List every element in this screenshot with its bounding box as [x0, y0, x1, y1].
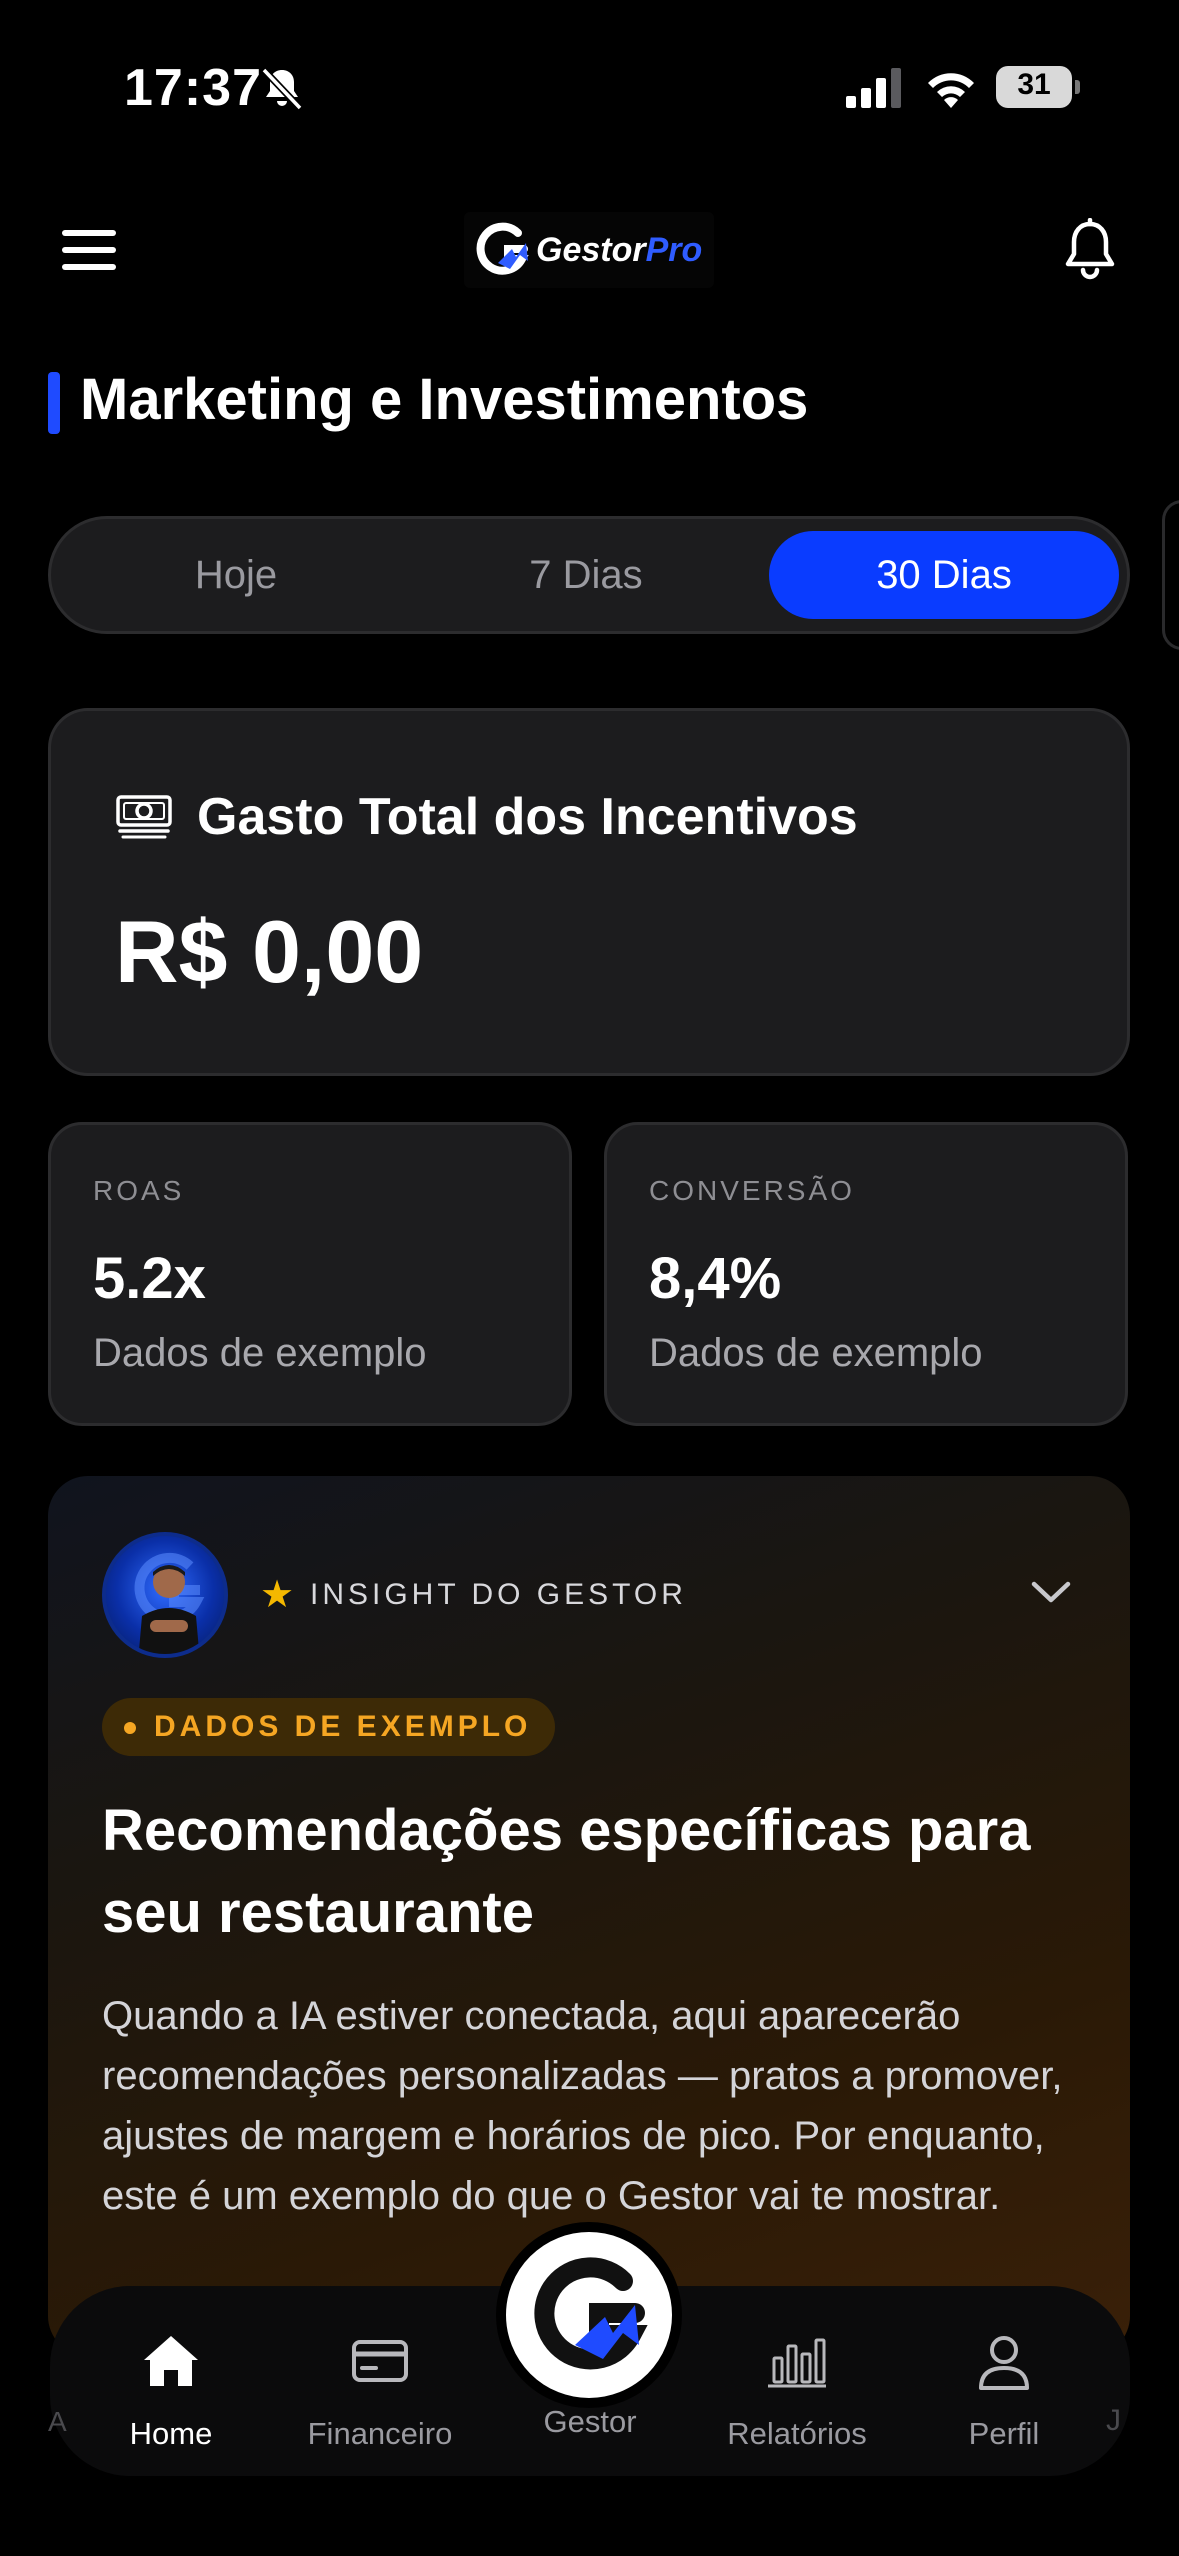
gestor-logo-icon — [534, 2257, 648, 2370]
bell-off-icon — [261, 67, 303, 111]
star-icon: ★ — [260, 1574, 295, 1616]
title-accent-bar — [48, 372, 60, 434]
tab-30-dias[interactable]: 30 Dias — [769, 531, 1119, 619]
nav-gestor-label: Gestor — [543, 2404, 637, 2439]
manager-avatar-icon — [134, 1552, 205, 1654]
chevron-down-icon[interactable] — [1028, 1572, 1074, 1612]
nav-home[interactable]: Home — [81, 2330, 261, 2460]
nav-perfil[interactable]: Perfil — [914, 2330, 1094, 2460]
wifi-icon — [928, 73, 974, 108]
nav-relatorios[interactable]: Relatórios — [707, 2330, 887, 2460]
tab-hoje[interactable]: Hoje — [61, 531, 411, 619]
cellular-signal-icon — [846, 68, 901, 108]
page-title: Marketing e Investimentos — [80, 367, 809, 432]
badge-dot — [124, 1722, 136, 1734]
edge-scroll-handle — [1162, 500, 1179, 650]
menu-icon[interactable] — [60, 226, 118, 274]
battery-indicator: 31 — [996, 66, 1080, 108]
roas-card: ROAS 5.2x Dados de exemplo — [48, 1122, 572, 1426]
gestor-button[interactable] — [496, 2222, 682, 2408]
app-logo: GestorPro — [464, 212, 714, 288]
conversion-subtext: Dados de exemplo — [649, 1331, 983, 1375]
total-spend-value: R$ 0,00 — [115, 902, 424, 1001]
bar-chart-icon — [768, 2338, 826, 2388]
conversion-value: 8,4% — [649, 1246, 782, 1311]
conversion-label: CONVERSÃO — [649, 1175, 855, 1206]
banknote-icon — [116, 795, 172, 839]
insight-body: Quando a IA estiver conectada, aqui apar… — [102, 1994, 1063, 2218]
credit-card-icon — [352, 2340, 408, 2382]
nav-relatorios-label: Relatórios — [727, 2416, 867, 2451]
nav-financeiro[interactable]: Financeiro — [290, 2330, 470, 2460]
logo-mark-icon — [476, 222, 529, 275]
nav-home-label: Home — [129, 2416, 213, 2451]
sample-data-badge: DADOS DE EXEMPLO — [102, 1698, 556, 1756]
insight-label: INSIGHT DO GESTOR — [310, 1578, 687, 1611]
sample-data-badge-text: DADOS DE EXEMPLO — [154, 1710, 532, 1743]
roas-label: ROAS — [93, 1175, 185, 1206]
notification-bell-icon[interactable] — [1060, 218, 1120, 282]
total-spend-card: Gasto Total dos Incentivos R$ 0,00 — [48, 708, 1130, 1076]
total-spend-label: Gasto Total dos Incentivos — [197, 788, 858, 846]
home-icon — [144, 2336, 198, 2386]
edge-text-right: J — [1106, 2404, 1121, 2437]
edge-text-left: A — [48, 2406, 67, 2437]
period-selector: Hoje 7 Dias 30 Dias — [48, 516, 1130, 634]
avatar — [102, 1532, 228, 1658]
status-time: 17:37 — [124, 59, 262, 117]
battery-level: 31 — [1017, 68, 1051, 101]
insight-title: Recomendações específicas para seu resta… — [102, 1798, 1031, 1945]
tab-7-dias[interactable]: 7 Dias — [411, 531, 761, 619]
logo-text: GestorPro — [536, 230, 703, 269]
roas-value: 5.2x — [93, 1246, 206, 1311]
conversion-card: CONVERSÃO 8,4% Dados de exemplo — [604, 1122, 1128, 1426]
nav-perfil-label: Perfil — [968, 2416, 1040, 2451]
roas-subtext: Dados de exemplo — [93, 1331, 427, 1375]
user-icon — [979, 2336, 1029, 2390]
nav-financeiro-label: Financeiro — [307, 2416, 453, 2451]
status-bar: 17:37 31 — [0, 0, 1179, 170]
